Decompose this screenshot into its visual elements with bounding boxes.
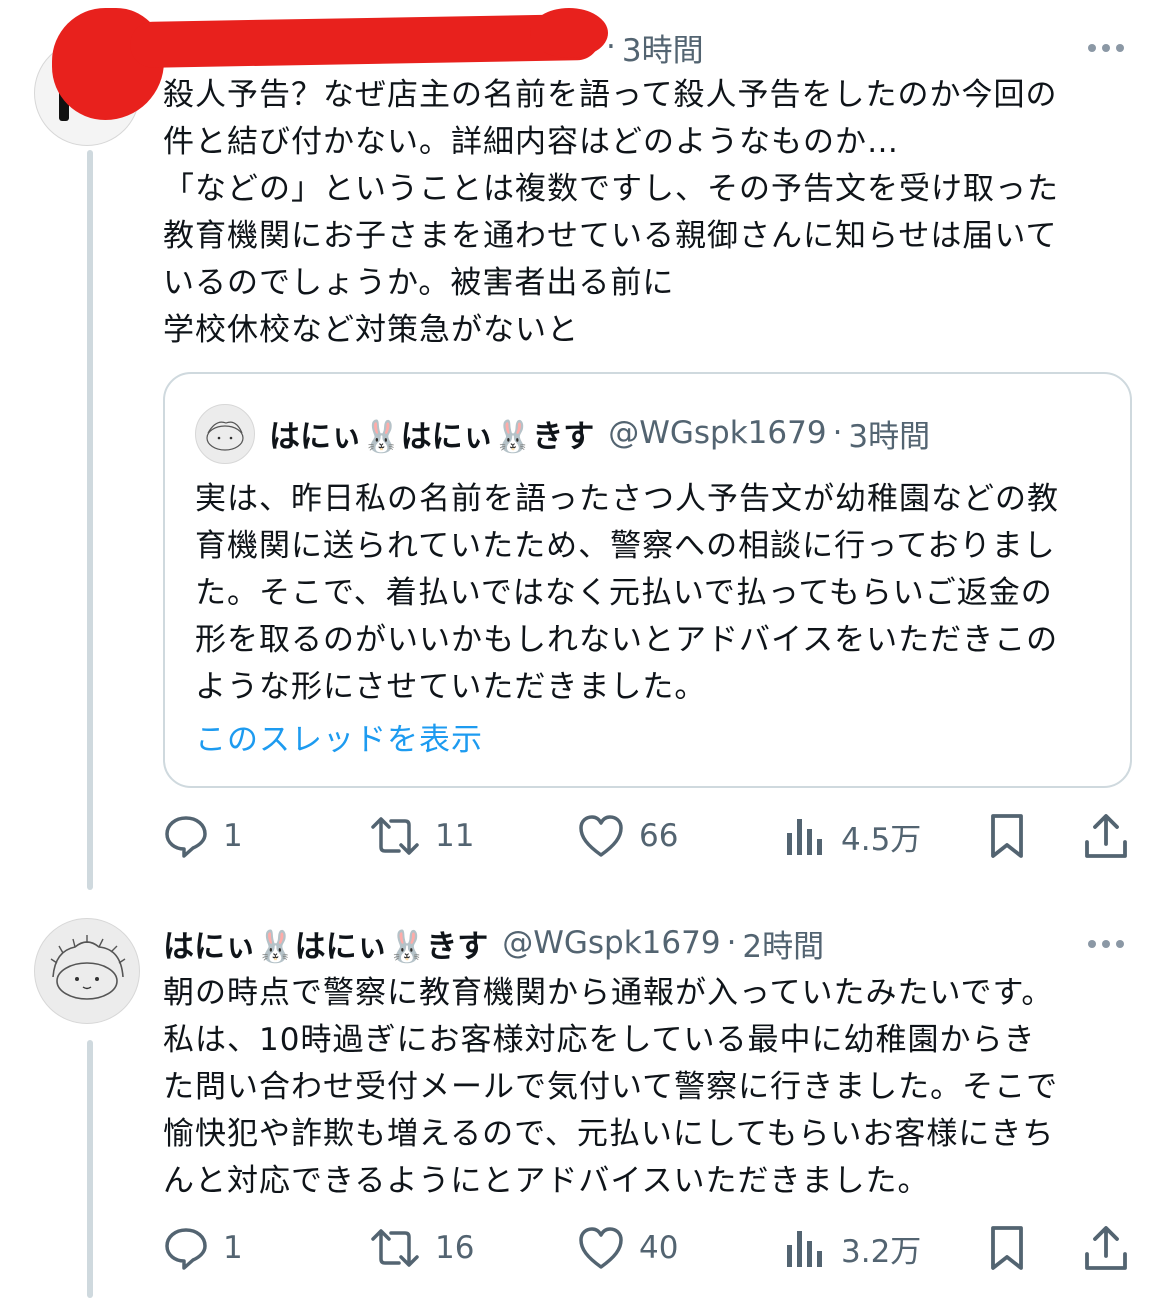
views-button[interactable]: 4.5万	[783, 806, 921, 866]
retweet-count: 16	[435, 1230, 475, 1266]
tweet-text: 朝の時点で警察に教育機関から通報が入っていたみたいです。 私は、10時過ぎにお客…	[163, 975, 1059, 1199]
quote-avatar[interactable]	[195, 404, 255, 464]
user-handle[interactable]: @WGspk1679	[502, 925, 720, 961]
retweet-icon	[371, 817, 419, 855]
thread-line-top	[87, 150, 93, 890]
tweet-text: 殺人予告？なぜ店主の名前を語って殺人予告をしたのか今回の 件と結び付かない。詳細…	[163, 77, 1059, 348]
views-count: 4.5万	[841, 821, 922, 858]
separator-dot: ·	[832, 415, 843, 451]
views-icon	[787, 819, 822, 855]
reply-button[interactable]: 1	[163, 806, 243, 866]
reply-count: 1	[223, 1230, 243, 1266]
hedgehog-drawing-icon	[50, 935, 126, 1000]
more-icon[interactable]	[1088, 934, 1124, 954]
like-icon	[579, 815, 623, 857]
like-icon	[579, 1227, 623, 1269]
like-button[interactable]: 40	[577, 1218, 678, 1278]
like-button[interactable]: 66	[577, 806, 678, 866]
tweet-actions: 1 16 40 3.2万	[163, 1218, 1128, 1278]
views-icon	[787, 1231, 822, 1267]
redaction-mark	[530, 8, 608, 58]
hedgehog-drawing-icon	[206, 421, 244, 451]
thread-line-bottom	[87, 1040, 93, 1298]
retweet-button[interactable]: 16	[369, 1218, 474, 1278]
more-icon[interactable]	[1088, 38, 1124, 58]
share-button[interactable]	[1083, 806, 1129, 866]
quote-header: はにぃ🐰はにぃ🐰きす @WGspk1679 · 3時間	[269, 408, 930, 458]
reply-icon	[165, 1228, 207, 1270]
tweet-header: はにぃ🐰はにぃ🐰きす @WGspk1679 · 2時間	[163, 918, 824, 968]
share-icon	[1085, 814, 1127, 858]
user-handle[interactable]: @WGspk1679	[608, 415, 826, 451]
retweet-icon	[371, 1229, 419, 1267]
reply-button[interactable]: 1	[163, 1218, 243, 1278]
redaction-mark	[129, 13, 601, 69]
like-count: 66	[639, 818, 679, 854]
tweet-header: · 3時間	[600, 22, 704, 72]
retweet-button[interactable]: 11	[369, 806, 474, 866]
timestamp[interactable]: 3時間	[622, 25, 704, 70]
bookmark-icon	[991, 1226, 1023, 1270]
avatar[interactable]	[34, 918, 140, 1024]
views-count: 3.2万	[841, 1233, 922, 1270]
share-icon	[1085, 1226, 1127, 1270]
separator-dot: ·	[606, 29, 616, 65]
timestamp[interactable]: 3時間	[848, 411, 930, 456]
tweet-actions: 1 11 66 4.5万	[163, 806, 1128, 866]
reply-count: 1	[223, 818, 243, 854]
timestamp[interactable]: 2時間	[742, 921, 824, 966]
bookmark-button[interactable]	[987, 806, 1027, 866]
share-button[interactable]	[1083, 1218, 1129, 1278]
show-thread-link[interactable]: このスレッドを表示	[195, 714, 483, 759]
bookmark-icon	[991, 814, 1023, 858]
views-button[interactable]: 3.2万	[783, 1218, 921, 1278]
quoted-tweet[interactable]: はにぃ🐰はにぃ🐰きす @WGspk1679 · 3時間 実は、昨日私の名前を語っ…	[163, 372, 1132, 788]
retweet-count: 11	[435, 818, 475, 854]
quote-text: 実は、昨日私の名前を語ったさつ人予告文が幼稚園などの教 育機関に送られていたため…	[195, 481, 1059, 705]
display-name[interactable]: はにぃ🐰はにぃ🐰きす	[269, 411, 594, 456]
reply-icon	[165, 816, 207, 858]
bookmark-button[interactable]	[987, 1218, 1027, 1278]
display-name[interactable]: はにぃ🐰はにぃ🐰きす	[163, 921, 488, 966]
like-count: 40	[639, 1230, 679, 1266]
separator-dot: ·	[726, 925, 737, 961]
